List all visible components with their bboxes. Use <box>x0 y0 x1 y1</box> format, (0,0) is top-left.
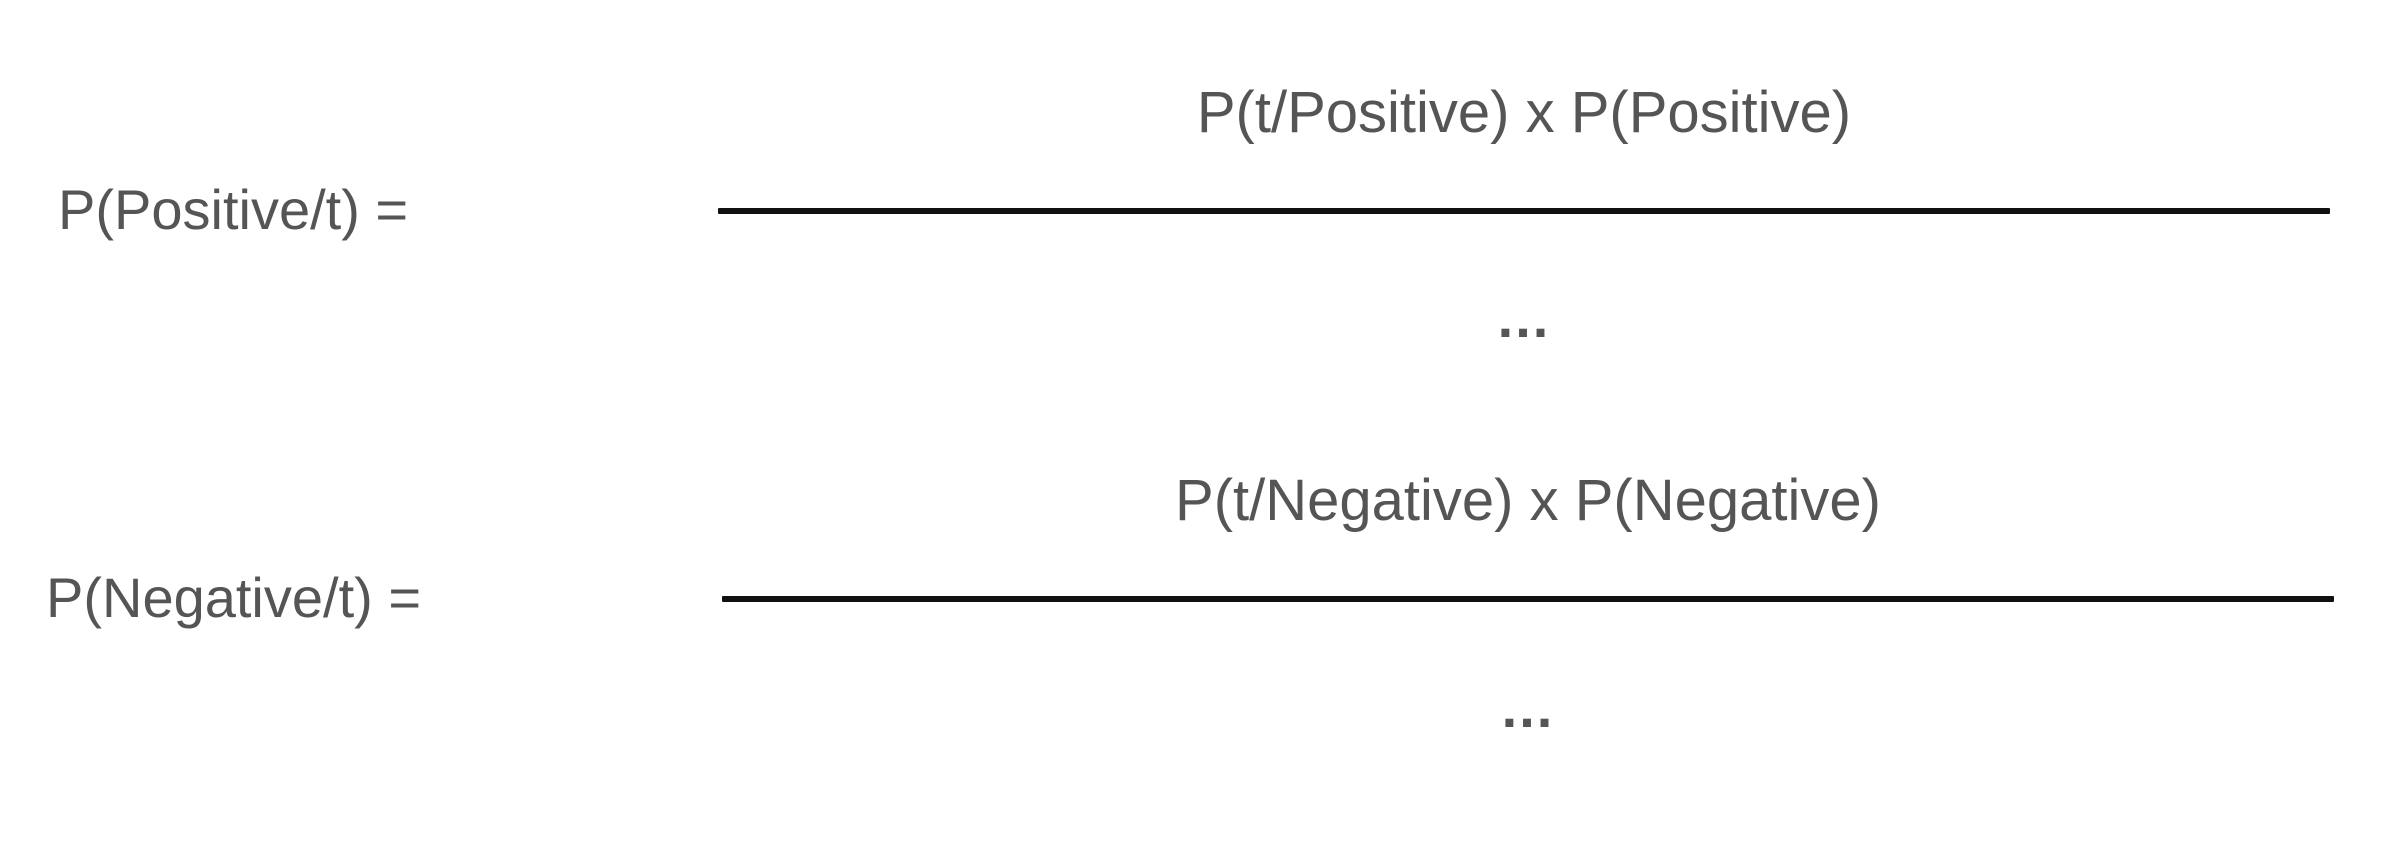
fraction-denominator: ... <box>1497 286 1551 349</box>
fraction-numerator: P(t/Positive) x P(Positive) <box>1196 80 1852 145</box>
fraction-bar <box>718 208 2330 214</box>
equation-lhs: P(Positive/t) = <box>58 178 409 241</box>
bayes-formula-slide: P(Positive/t) = P(t/Positive) x P(Positi… <box>0 0 2390 856</box>
fraction-numerator: P(t/Negative) x P(Negative) <box>1175 468 1881 533</box>
fraction-denominator: ... <box>1501 676 1555 739</box>
equation-lhs: P(Negative/t) = <box>46 566 422 629</box>
fraction-bar <box>722 596 2334 602</box>
